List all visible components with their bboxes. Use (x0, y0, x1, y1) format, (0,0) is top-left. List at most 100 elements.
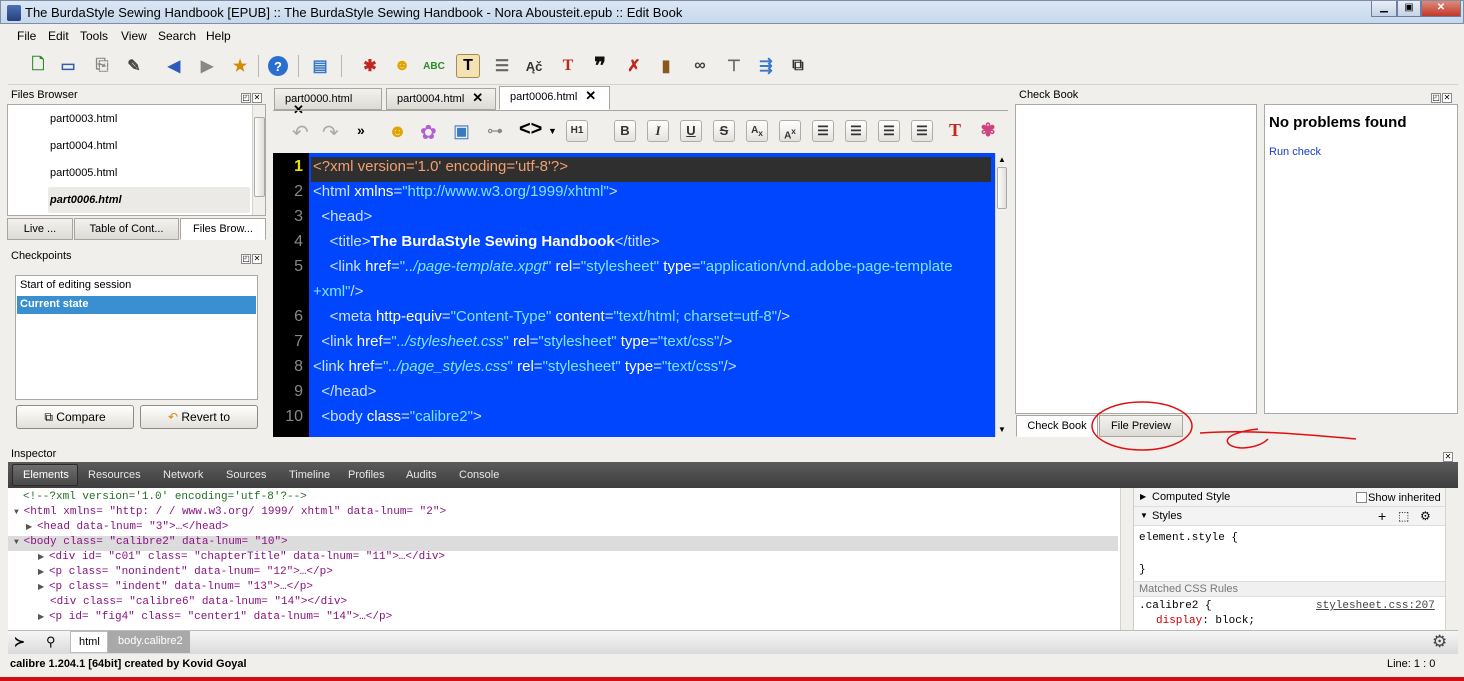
image-icon[interactable]: ▣ (453, 121, 470, 142)
breadcrumb-body[interactable]: body.calibre2 (108, 631, 190, 653)
run-check-link[interactable]: Run check (1269, 146, 1321, 158)
more-icon[interactable]: » (357, 122, 365, 138)
code-line[interactable]: <title>The BurdaStyle Sewing Handbook</t… (313, 233, 660, 250)
dom-node[interactable]: ▼ <body class= "calibre2" data-lnum= "10… (14, 536, 288, 548)
new-file-icon[interactable]: 🗋 (26, 54, 50, 78)
code-line[interactable]: <link href="../page_styles.css" rel="sty… (313, 358, 736, 375)
align-right-icon[interactable]: ☰ (878, 120, 900, 142)
link-icon[interactable]: ⊶ (487, 121, 503, 141)
code-line[interactable]: <html xmlns="http://www.w3.org/1999/xhtm… (313, 183, 618, 200)
dom-node[interactable]: <div class= "calibre6" data-lnum= "14"><… (50, 596, 347, 608)
float-icon[interactable]: ◰ (1431, 93, 1441, 103)
tab-part0004[interactable]: part0004.html ✕ (386, 88, 496, 110)
chevron-down-icon[interactable]: ▼ (14, 508, 24, 517)
chevron-right-icon[interactable]: ▶ (38, 553, 49, 562)
float-icon[interactable]: ◰ (241, 93, 251, 103)
spellcheck-icon[interactable]: ABC (422, 54, 446, 78)
italic-button[interactable]: I (647, 120, 669, 142)
code-line[interactable]: <?xml version='1.0' encoding='utf-8'?> (313, 158, 568, 175)
beautify-icon[interactable]: ☻ (388, 121, 407, 142)
superscript-button[interactable]: Ax (779, 120, 801, 142)
menu-file[interactable]: File (17, 29, 36, 43)
dom-node[interactable]: ▶ <p id= "fig4" class= "center1" data-ln… (38, 611, 392, 623)
filter-icon[interactable]: ⊤ (722, 54, 746, 78)
tab-network[interactable]: Network (163, 469, 203, 481)
tab-resources[interactable]: Resources (88, 469, 141, 481)
tab-live[interactable]: Live ... (7, 218, 73, 240)
computed-style-header[interactable]: ▶ Computed Style Show inherited (1134, 488, 1445, 507)
close-tab-icon[interactable]: ✕ (585, 89, 596, 102)
tab-part0006[interactable]: part0006.html ✕ (499, 86, 610, 110)
align-center-icon[interactable]: ☰ (845, 120, 867, 142)
justify-icon[interactable]: ☰ (911, 120, 933, 142)
scroll-down-icon[interactable]: ▼ (998, 425, 1006, 434)
font-icon[interactable]: T (556, 54, 580, 78)
dom-node[interactable]: ▶ <p class= "indent" data-lnum= "13">…</… (38, 581, 313, 593)
code-line[interactable]: <meta http-equiv="Content-Type" content=… (313, 308, 790, 325)
pencil-icon[interactable]: ✎ (122, 54, 146, 78)
inspector-dock-buttons[interactable]: ✕ (1442, 448, 1464, 462)
menu-edit[interactable]: Edit (48, 29, 69, 43)
dom-node[interactable]: ▼ <html xmlns= "http: / / www.w3.org/ 19… (14, 506, 446, 518)
tag-icon[interactable]: <> (519, 118, 542, 141)
rule-declaration[interactable]: display: block; (1156, 615, 1255, 627)
reports-icon[interactable]: ☰ (490, 54, 514, 78)
text-color-icon[interactable]: T (944, 120, 966, 142)
align-left-icon[interactable]: ☰ (812, 120, 834, 142)
tab-profiles[interactable]: Profiles (348, 469, 385, 481)
chevron-right-icon[interactable]: ▶ (26, 523, 37, 532)
checkpoint-icon[interactable]: ⎘ (90, 54, 114, 78)
revert-button[interactable]: ↶ Revert to (140, 405, 258, 429)
dom-scrollbar[interactable] (1120, 488, 1133, 630)
book-icon[interactable]: ▮ (654, 54, 678, 78)
bookmark-icon[interactable]: ★ (228, 54, 252, 78)
strikethrough-button[interactable]: S (713, 120, 735, 142)
menu-help[interactable]: Help (206, 29, 231, 43)
menu-tools[interactable]: Tools (80, 29, 108, 43)
folder-icon[interactable]: ▤ (308, 54, 332, 78)
transliterate-icon[interactable]: Ąč (522, 54, 546, 78)
code-line[interactable]: <link href="../page-template.xpgt" rel="… (313, 258, 953, 275)
close-icon[interactable]: ✕ (1442, 93, 1452, 103)
add-rule-icon[interactable]: + (1378, 508, 1386, 524)
tab-audits[interactable]: Audits (406, 469, 437, 481)
scroll-up-icon[interactable]: ▲ (998, 155, 1006, 164)
remove-icon[interactable]: ✗ (622, 54, 646, 78)
minimize-button[interactable]: ▁ (1371, 1, 1397, 17)
underline-button[interactable]: U (680, 120, 702, 142)
heading-icon[interactable]: H1 (566, 120, 588, 142)
dom-node[interactable]: <!--?xml version='1.0' encoding='utf-8'?… (23, 491, 307, 503)
redo-icon[interactable]: ↷ (322, 120, 339, 145)
tab-table-of-contents[interactable]: Table of Cont... (74, 218, 179, 240)
tab-sources[interactable]: Sources (226, 469, 266, 481)
gear-icon[interactable]: ⚙ (1420, 509, 1431, 523)
beautify-icon[interactable]: ☻ (390, 54, 414, 78)
chevron-down-icon[interactable]: ▼ (548, 126, 557, 136)
maximize-button[interactable]: ▣ (1397, 1, 1421, 17)
binoculars-icon[interactable]: ∞ (688, 54, 712, 78)
code-editor[interactable]: 1 2 3 4 5 6 7 8 9 10 <?xml version='1.0' encoding… (273, 153, 995, 437)
files-browser-dock-buttons[interactable]: ◰ ✕ (240, 89, 264, 103)
tab-console[interactable]: Console (459, 469, 499, 481)
close-button[interactable]: ✕ (1421, 1, 1461, 17)
tab-files-browser[interactable]: Files Brow... (180, 218, 266, 240)
compare-button[interactable]: ⧉ Compare (16, 405, 134, 429)
tab-part0000[interactable]: part0000.html✕ (274, 88, 382, 116)
flower-icon[interactable]: ✿ (420, 120, 437, 145)
menu-search[interactable]: Search (158, 29, 196, 43)
checkpoints-dock-buttons[interactable]: ◰ ✕ (240, 250, 264, 264)
files-scrollbar[interactable] (252, 105, 265, 215)
close-icon[interactable]: ✕ (252, 93, 262, 103)
float-icon[interactable]: ◰ (241, 254, 251, 264)
undo-icon[interactable]: ↶ (292, 120, 309, 145)
search-icon[interactable]: ⚲ (46, 634, 56, 650)
palette-icon[interactable]: ✾ (977, 120, 999, 142)
text-icon[interactable]: T (456, 54, 480, 78)
close-icon[interactable]: ✕ (1443, 452, 1453, 462)
compare-tool-icon[interactable]: ⧉ (786, 54, 810, 78)
close-tab-icon[interactable]: ✕ (472, 91, 483, 104)
show-inherited-checkbox[interactable] (1356, 492, 1367, 503)
dom-node[interactable]: ▶ <head data-lnum= "3">…</head> (26, 521, 228, 533)
subscript-button[interactable]: Ax (746, 120, 768, 142)
chevron-right-icon[interactable]: ▶ (38, 568, 49, 577)
